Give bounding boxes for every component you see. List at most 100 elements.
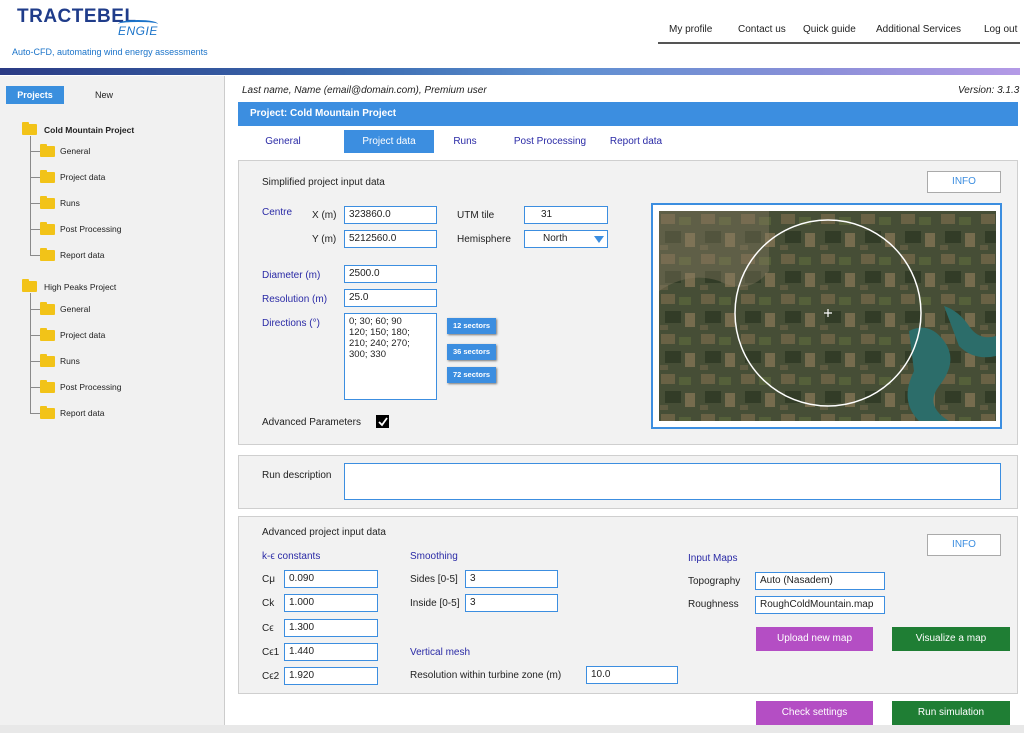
directions-textarea[interactable]: 0; 30; 60; 90 120; 150; 180; 210; 240; 2… (344, 313, 437, 400)
smoothing-title: Smoothing (410, 551, 458, 562)
x-label: X (m) (312, 210, 337, 221)
hemisphere-select[interactable]: North (524, 230, 608, 248)
vertical-resolution-label: Resolution within turbine zone (m) (410, 670, 562, 681)
app-header: TRACTEBEL ENGIE Auto-CFD, automating win… (0, 0, 1024, 68)
tree-item-label: Post Processing (60, 224, 122, 234)
tree-item-label: Project data (60, 330, 106, 340)
advanced-parameters-checkbox[interactable] (376, 415, 389, 428)
x-coordinate-input[interactable]: 323860.0 (344, 206, 437, 224)
tree-item-general[interactable]: General (38, 143, 178, 159)
tab-runs[interactable]: Runs (445, 130, 485, 153)
tree-item-label: Runs (60, 198, 80, 208)
tab-post-processing[interactable]: Post Processing (505, 130, 595, 153)
folder-icon (40, 380, 55, 393)
sectors-12-button[interactable]: 12 sectors (447, 318, 496, 334)
tab-project-data[interactable]: Project data (344, 130, 434, 153)
site-map[interactable] (651, 203, 1002, 429)
run-simulation-button[interactable]: Run simulation (892, 701, 1010, 725)
tab-general[interactable]: General (251, 130, 315, 153)
tree-project-label: High Peaks Project (44, 282, 117, 292)
diameter-input[interactable]: 2500.0 (344, 265, 437, 283)
check-settings-button[interactable]: Check settings (756, 701, 873, 725)
sidebar: Projects New Cold Mountain Project Gener… (0, 76, 225, 733)
sectors-72-button[interactable]: 72 sectors (447, 367, 496, 383)
inside-input[interactable]: 3 (465, 594, 558, 612)
vertical-mesh-title: Vertical mesh (410, 647, 471, 658)
vertical-resolution-input[interactable]: 10.0 (586, 666, 678, 684)
tree-item-report-data[interactable]: Report data (38, 405, 178, 421)
sides-label: Sides [0-5] (410, 574, 458, 585)
ceps1-input[interactable]: 1.440 (284, 643, 378, 661)
resolution-input[interactable]: 25.0 (344, 289, 437, 307)
folder-icon (40, 170, 55, 183)
tree-item-general[interactable]: General (38, 301, 178, 317)
tree-item-project-data[interactable]: Project data (38, 327, 178, 343)
utm-tile-input[interactable]: 31 (524, 206, 608, 224)
centre-label: Centre (262, 207, 293, 218)
tree-item-label: General (60, 304, 91, 314)
folder-icon (22, 279, 37, 292)
utm-tile-label: UTM tile (457, 210, 495, 221)
nav-quick-guide[interactable]: Quick guide (803, 24, 856, 35)
advanced-parameters-label: Advanced Parameters (262, 417, 361, 428)
hemisphere-value: North (543, 233, 568, 244)
run-description-input[interactable] (344, 463, 1001, 500)
checkmark-icon (378, 417, 388, 427)
topography-label: Topography (688, 576, 741, 587)
nav-my-profile[interactable]: My profile (669, 24, 712, 35)
ceps-input[interactable]: 1.300 (284, 619, 378, 637)
input-maps-title: Input Maps (688, 553, 738, 564)
tree-item-runs[interactable]: Runs (38, 195, 178, 211)
tree-item-report-data[interactable]: Report data (38, 247, 178, 263)
nav-contact-us[interactable]: Contact us (738, 24, 786, 35)
sidebar-tab-new[interactable]: New (95, 90, 113, 100)
topography-input[interactable]: Auto (Nasadem) (755, 572, 885, 590)
directions-label: Directions (°) (262, 318, 320, 329)
constant-label: Cμ (262, 574, 275, 585)
constant-label: Ck (262, 598, 275, 609)
tree-project-label: Cold Mountain Project (44, 125, 135, 135)
nav-log-out[interactable]: Log out (984, 24, 1017, 35)
chevron-down-icon (594, 236, 604, 243)
folder-icon (22, 122, 37, 135)
cmu-input[interactable]: 0.090 (284, 570, 378, 588)
sides-input[interactable]: 3 (465, 570, 558, 588)
roughness-input[interactable]: RoughColdMountain.map (755, 596, 885, 614)
satellite-map-image (659, 211, 996, 421)
tree-item-post-processing[interactable]: Post Processing (38, 221, 178, 237)
tab-report-data[interactable]: Report data (602, 130, 670, 153)
accent-bar (0, 68, 1020, 75)
visualize-map-button[interactable]: Visualize a map (892, 627, 1010, 651)
info-button[interactable]: INFO (927, 171, 1001, 193)
diameter-label: Diameter (m) (262, 270, 321, 281)
upload-map-button[interactable]: Upload new map (756, 627, 873, 651)
folder-icon (40, 328, 55, 341)
info-button[interactable]: INFO (927, 534, 1001, 556)
tree-project-high-peaks[interactable]: High Peaks Project (20, 278, 170, 294)
tree-item-runs[interactable]: Runs (38, 353, 178, 369)
tree-item-label: Post Processing (60, 382, 122, 392)
ck-input[interactable]: 1.000 (284, 594, 378, 612)
satellite-map-svg (659, 211, 996, 421)
tree-project-cold-mountain[interactable]: Cold Mountain Project (20, 122, 170, 138)
sectors-36-button[interactable]: 36 sectors (447, 344, 496, 360)
advanced-panel-title: Advanced project input data (262, 527, 386, 538)
tree-line (30, 136, 31, 256)
tree-item-label: Report data (60, 250, 105, 260)
sidebar-tab-projects[interactable]: Projects (6, 86, 64, 104)
tree-item-project-data[interactable]: Project data (38, 169, 178, 185)
y-coordinate-input[interactable]: 5212560.0 (344, 230, 437, 248)
tree-item-post-processing[interactable]: Post Processing (38, 379, 178, 395)
hemisphere-label: Hemisphere (457, 234, 511, 245)
ceps2-input[interactable]: 1.920 (284, 667, 378, 685)
nav-additional-services[interactable]: Additional Services (876, 24, 961, 35)
simplified-panel-title: Simplified project input data (262, 177, 385, 188)
tree-line (30, 293, 31, 413)
roughness-label: Roughness (688, 599, 739, 610)
bottom-strip (0, 725, 1024, 733)
y-label: Y (m) (312, 234, 337, 245)
resolution-label: Resolution (m) (262, 294, 328, 305)
user-info: Last name, Name (email@domain.com), Prem… (242, 85, 487, 96)
top-navigation: My profile Contact us Quick guide Additi… (658, 20, 1020, 44)
constant-label: Cϵ (262, 623, 274, 634)
